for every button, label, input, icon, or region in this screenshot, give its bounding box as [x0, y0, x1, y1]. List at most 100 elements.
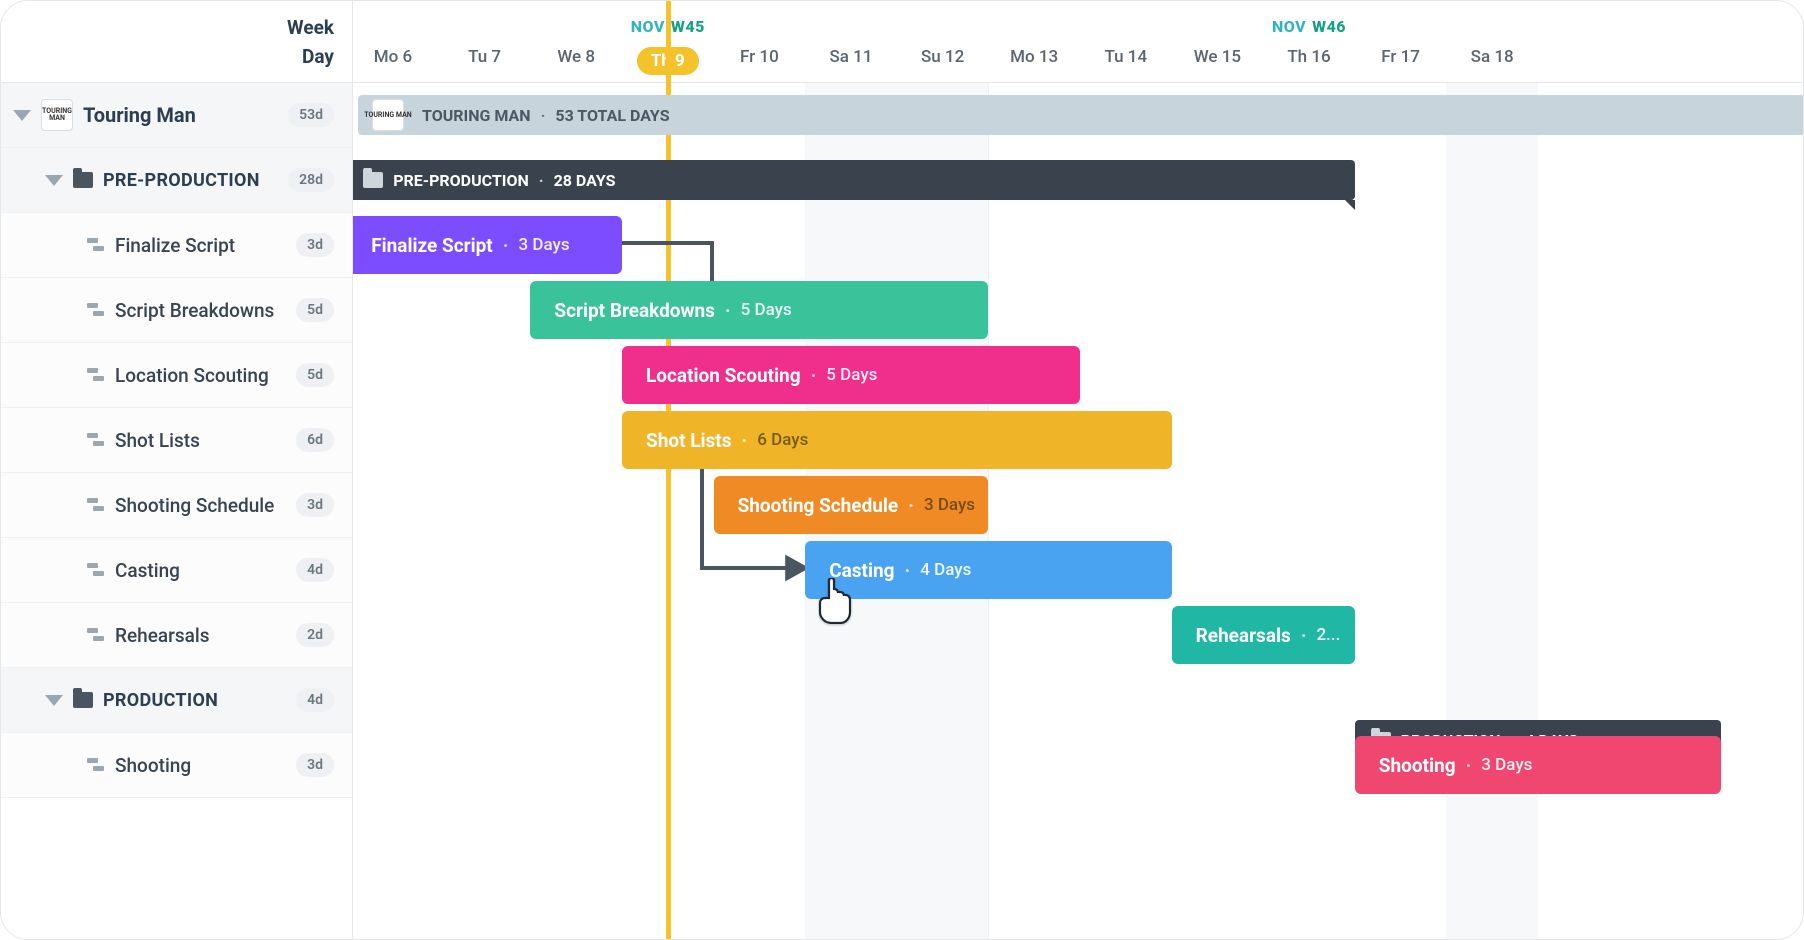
timeline-header: NOVW45NOVW46Mo 6Tu 7We 8Th 9Fr 10Sa 11Su… [353, 1, 1803, 83]
bar-title: Shooting Schedule [738, 494, 899, 517]
bar-duration: 4 Days [920, 560, 971, 580]
day-header-label[interactable]: Mo 6 [374, 47, 412, 67]
duration-badge: 4d [296, 558, 334, 582]
duration-badge: 53d [288, 103, 334, 127]
pointer-cursor-icon [815, 578, 855, 628]
sidebar-project-row[interactable]: TOURING MAN Touring Man 53d [1, 83, 352, 148]
duration-badge: 5d [296, 363, 334, 387]
sidebar-task-rehearsals[interactable]: Rehearsals 2d [1, 603, 352, 668]
sidebar-phase-production[interactable]: PRODUCTION 4d [1, 668, 352, 733]
duration-badge: 4d [296, 688, 334, 712]
day-header-label[interactable]: Mo 13 [1010, 47, 1058, 67]
task-icon [87, 628, 105, 642]
bar-duration: 28 DAYS [554, 171, 616, 190]
today-marker-line [666, 1, 671, 939]
separator: · [1301, 624, 1307, 647]
timeline-body[interactable]: TOURING MAN TOURING MAN · 53 TOTAL DAYS … [353, 83, 1803, 939]
duration-badge: 3d [296, 493, 334, 517]
bar-duration: 3 Days [924, 495, 975, 515]
gantt-bar-project-summary[interactable]: TOURING MAN TOURING MAN · 53 TOTAL DAYS [358, 95, 1803, 135]
gantt-bar-shooting-schedule[interactable]: Shooting Schedule·3 Days [714, 476, 989, 534]
gantt-bar-casting[interactable]: Casting·4 Days [805, 541, 1171, 599]
task-icon [87, 758, 105, 772]
chevron-down-icon[interactable] [13, 110, 31, 121]
task-title: Location Scouting [115, 364, 269, 387]
bar-title: PRE-PRODUCTION [393, 171, 529, 190]
weekend-shade [1446, 83, 1538, 939]
duration-badge: 3d [296, 753, 334, 777]
separator: · [811, 364, 817, 387]
sidebar-task-shooting[interactable]: Shooting 3d [1, 733, 352, 798]
task-title: Shooting Schedule [115, 494, 274, 517]
header-day-label: Day [302, 45, 334, 68]
folder-icon [73, 172, 93, 188]
task-title: Script Breakdowns [115, 299, 274, 322]
gantt-bar-phase-preproduction[interactable]: PRE-PRODUCTION · 28 DAYS [353, 160, 1355, 200]
bar-duration: 53 TOTAL DAYS [555, 106, 669, 125]
task-icon [87, 238, 105, 252]
gantt-bar-shot-lists[interactable]: Shot Lists · 6 Days [622, 411, 1172, 469]
day-header-label[interactable]: We 15 [1194, 47, 1241, 67]
header-week-label: Week [287, 16, 334, 39]
separator: · [541, 106, 546, 125]
gantt-bar-script-breakdowns[interactable]: Script Breakdowns·5 Days [530, 281, 988, 339]
sidebar-task-script-breakdowns[interactable]: Script Breakdowns 5d [1, 278, 352, 343]
sidebar-task-casting[interactable]: Casting 4d [1, 538, 352, 603]
bar-duration: 3 Days [1481, 755, 1532, 775]
chevron-down-icon[interactable] [45, 695, 63, 706]
sidebar-task-shooting-schedule[interactable]: Shooting Schedule 3d [1, 473, 352, 538]
day-header-label[interactable]: Fr 17 [1381, 47, 1420, 67]
day-header-label[interactable]: Sa 18 [1471, 47, 1514, 67]
sidebar-rows: TOURING MAN Touring Man 53d PRE-PRODUCTI… [1, 83, 352, 939]
bar-duration: 6 Days [757, 430, 808, 450]
separator: · [1466, 754, 1472, 777]
timeline[interactable]: NOVW45NOVW46Mo 6Tu 7We 8Th 9Fr 10Sa 11Su… [353, 1, 1803, 939]
bar-title: TOURING MAN [422, 106, 531, 125]
project-logo-icon: TOURING MAN [41, 99, 73, 131]
phase-title: PRODUCTION [103, 690, 218, 711]
duration-badge: 3d [296, 233, 334, 257]
task-title: Finalize Script [115, 234, 235, 257]
gantt-bar-location-scouting[interactable]: Location Scouting·5 Days [622, 346, 1080, 404]
task-title: Shooting [115, 754, 191, 777]
project-logo-icon: TOURING MAN [372, 99, 404, 131]
task-icon [87, 433, 105, 447]
sidebar-task-location-scouting[interactable]: Location Scouting 5d [1, 343, 352, 408]
day-header-label[interactable]: Su 12 [921, 47, 964, 67]
week-header-label: NOVW46 [1272, 17, 1346, 36]
sidebar-phase-preproduction[interactable]: PRE-PRODUCTION 28d [1, 148, 352, 213]
grid-week-line [988, 83, 989, 939]
separator: · [539, 171, 544, 190]
project-title: Touring Man [83, 103, 196, 127]
task-title: Shot Lists [115, 429, 200, 452]
day-header-label[interactable]: Tu 14 [1104, 47, 1147, 67]
bar-title: Shooting [1379, 754, 1456, 777]
bar-title: Location Scouting [646, 364, 801, 387]
gantt-bar-finalize-script[interactable]: Finalize Script·3 Days [353, 216, 622, 274]
task-icon [87, 368, 105, 382]
duration-badge: 5d [296, 298, 334, 322]
separator: · [503, 234, 509, 257]
bar-title: Script Breakdowns [554, 299, 715, 322]
separator: · [741, 429, 747, 452]
bar-title: Shot Lists [646, 429, 731, 452]
chevron-down-icon[interactable] [45, 175, 63, 186]
day-header-label[interactable]: Fr 10 [740, 47, 779, 67]
day-header-label[interactable]: Tu 7 [468, 47, 501, 67]
task-icon [87, 563, 105, 577]
day-header-label[interactable]: We 8 [557, 47, 595, 67]
gantt-bar-rehearsals[interactable]: Rehearsals·2... [1172, 606, 1355, 664]
sidebar-header: Week Day [1, 1, 352, 83]
gantt-bar-shooting[interactable]: Shooting · 3 Days [1355, 736, 1721, 794]
phase-title: PRE-PRODUCTION [103, 170, 260, 191]
folder-icon [363, 172, 383, 188]
folder-icon [73, 692, 93, 708]
day-header-label[interactable]: Sa 11 [829, 47, 872, 67]
day-header-label[interactable]: Th 16 [1287, 47, 1330, 67]
task-icon [87, 498, 105, 512]
gantt-app: Week Day TOURING MAN Touring Man 53d PRE… [0, 0, 1804, 940]
sidebar-task-finalize-script[interactable]: Finalize Script 3d [1, 213, 352, 278]
separator: · [725, 299, 731, 322]
sidebar: Week Day TOURING MAN Touring Man 53d PRE… [1, 1, 353, 939]
sidebar-task-shot-lists[interactable]: Shot Lists 6d [1, 408, 352, 473]
